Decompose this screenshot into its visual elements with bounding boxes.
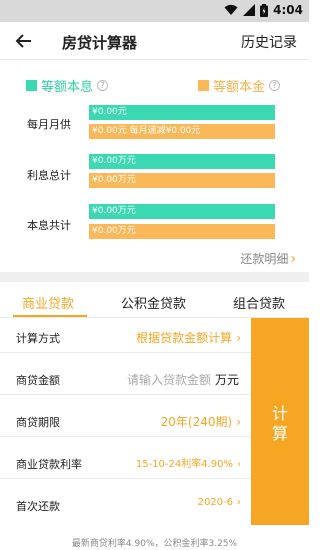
principal-bar: ¥0.00元 每月递减¥0.00元	[89, 124, 275, 139]
calculate-button[interactable]: 计 算	[251, 318, 309, 525]
principal-bar: ¥0.00万元	[89, 224, 275, 239]
chevron-right-icon: ›	[237, 459, 241, 470]
legend-principal: 等额本金 ?	[198, 76, 281, 95]
amount-field[interactable]: 请输入贷款金额 万元	[127, 371, 239, 388]
interest-bar: ¥0.00元	[89, 105, 275, 120]
tab-commercial-loan[interactable]: 商业贷款	[22, 293, 74, 312]
status-bar: 4:04	[0, 0, 309, 22]
status-icons: 4:04	[224, 3, 303, 17]
rate-value[interactable]: 15-10-24利率4.90% ›	[136, 455, 241, 470]
method-value-text: 根据贷款金额计算	[136, 331, 233, 345]
back-arrow-icon[interactable]	[14, 31, 34, 51]
legend-interest: 等额本息 ?	[26, 76, 109, 95]
calculate-char-2: 算	[271, 424, 288, 443]
active-tab-indicator	[13, 315, 87, 317]
term-label: 商贷期限	[16, 416, 60, 429]
first-payment-label: 首次还款	[16, 500, 60, 513]
tab-combined-loan[interactable]: 组合贷款	[233, 293, 285, 312]
form-row-term[interactable]: 商贷期限 20年(240期) ›	[0, 406, 251, 437]
rate-value-text: 15-10-24利率4.90%	[135, 459, 233, 470]
repayment-detail-label: 还款明细	[240, 252, 289, 266]
summary-label: 每月月供	[27, 118, 71, 131]
term-value[interactable]: 20年(240期) ›	[161, 413, 241, 430]
summary-total: 本息共计 ¥0.00万元 ¥0.00万元	[0, 196, 309, 247]
app-toolbar: 房贷计算器 历史记录	[0, 22, 309, 60]
legend-principal-label: 等额本金	[213, 80, 266, 95]
summary-total-interest: 利息总计 ¥0.00万元 ¥0.00万元	[0, 145, 309, 196]
wifi-icon	[224, 4, 238, 15]
legend-interest-swatch	[26, 80, 37, 91]
form-row-rate[interactable]: 商业贷款利率 15-10-24利率4.90% ›	[0, 448, 251, 479]
page-title: 房贷计算器	[62, 34, 138, 52]
term-value-text: 20年(240期)	[160, 415, 233, 429]
chevron-right-icon: ›	[237, 497, 241, 508]
repayment-detail-link[interactable]: 还款明细 ›	[240, 250, 296, 267]
amount-placeholder: 请输入贷款金额	[126, 373, 211, 387]
history-button[interactable]: 历史记录	[241, 32, 297, 52]
chevron-right-icon: ›	[236, 331, 241, 345]
legend: 等额本息 ? 等额本金 ?	[0, 60, 309, 96]
status-time: 4:04	[273, 3, 303, 17]
first-payment-value[interactable]: 2020-6 ›	[198, 497, 241, 508]
principal-bar: ¥0.00万元	[89, 173, 275, 188]
interest-bar: ¥0.00万元	[89, 154, 275, 169]
chevron-right-icon: ›	[290, 251, 296, 267]
battery-icon	[260, 3, 269, 17]
chevron-right-icon: ›	[236, 415, 241, 429]
legend-principal-swatch	[198, 80, 209, 91]
amount-label: 商贷金额	[16, 374, 60, 387]
form-row-method[interactable]: 计算方式 根据贷款金额计算 ›	[0, 322, 251, 353]
signal-icon	[243, 4, 256, 16]
rate-label: 商业贷款利率	[16, 458, 82, 471]
form-row-amount: 商贷金额 请输入贷款金额 万元	[0, 364, 251, 395]
help-icon[interactable]: ?	[97, 80, 109, 91]
loan-type-tabs: 商业贷款 公积金贷款 组合贷款	[0, 284, 309, 318]
method-value[interactable]: 根据贷款金额计算 ›	[136, 329, 241, 346]
tab-provident-fund-loan[interactable]: 公积金贷款	[121, 293, 186, 312]
method-label: 计算方式	[16, 332, 60, 345]
rate-footnote: 最新商贷利率4.90%，公积金利率3.25%	[71, 539, 238, 549]
legend-interest-label: 等额本息	[41, 80, 94, 95]
interest-bar: ¥0.00万元	[89, 204, 275, 219]
form-row-first-payment[interactable]: 首次还款 2020-6 ›	[0, 490, 251, 521]
first-payment-value-text: 2020-6	[197, 497, 233, 508]
help-icon[interactable]: ?	[269, 80, 281, 91]
amount-unit: 万元	[214, 373, 239, 387]
section-divider	[0, 272, 309, 282]
summary-label: 利息总计	[27, 169, 71, 182]
calculate-char-1: 计	[271, 404, 288, 423]
summary-label: 本息共计	[27, 219, 71, 232]
summary-monthly: 每月月供 ¥0.00元 ¥0.00元 每月递减¥0.00元	[0, 96, 309, 145]
